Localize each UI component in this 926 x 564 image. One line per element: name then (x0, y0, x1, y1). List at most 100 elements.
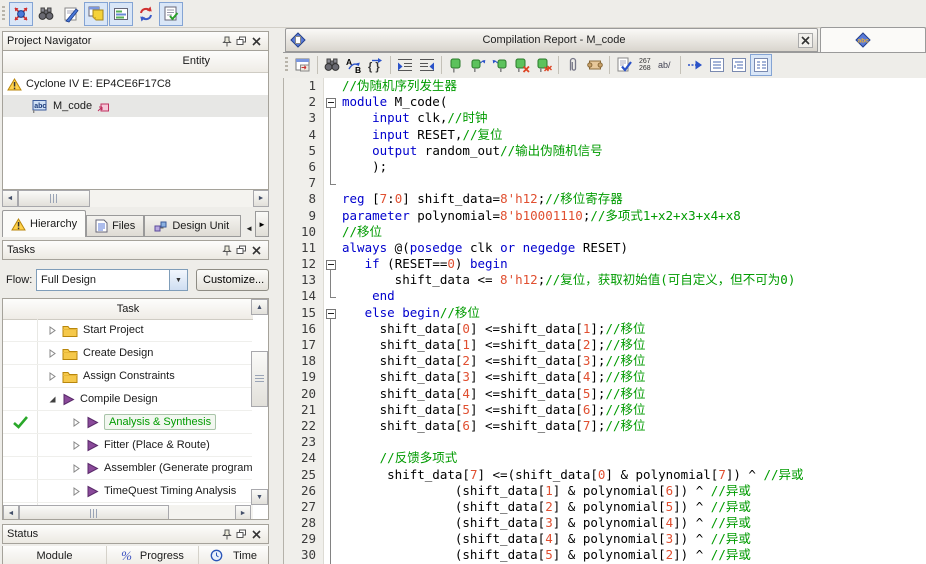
bookmark-next-button[interactable] (467, 54, 489, 76)
goto-location-button[interactable] (684, 54, 706, 76)
expand-arrow-icon[interactable] (48, 371, 57, 381)
task-row[interactable]: Assign Constraints (3, 365, 252, 388)
analyze-file-button[interactable] (613, 54, 635, 76)
refresh-button[interactable] (134, 2, 158, 26)
status-col-time[interactable]: Time (199, 546, 268, 564)
code-line[interactable]: 4 input RESET,//复位 (284, 126, 926, 143)
matching-delimiter-button[interactable]: { } (365, 54, 387, 76)
node-finder-button[interactable] (34, 2, 58, 26)
close-icon[interactable] (249, 243, 264, 257)
code-line[interactable]: 16 shift_data[0] <=shift_data[1];//移位 (284, 320, 926, 337)
pin-icon[interactable] (219, 527, 234, 541)
messages-toggle-button[interactable] (159, 1, 183, 26)
code-line[interactable]: 21 shift_data[5] <=shift_data[6];//移位 (284, 401, 926, 418)
expand-arrow-icon[interactable] (72, 486, 81, 496)
pin-icon[interactable] (219, 243, 234, 257)
pin-icon[interactable] (219, 34, 234, 48)
code-line[interactable]: 26 (shift_data[1] & polynomial[6]) ^ //异… (284, 482, 926, 499)
task-label[interactable]: TimeQuest Timing Analysis (104, 485, 236, 497)
code-line[interactable]: 17 shift_data[1] <=shift_data[2];//移位 (284, 337, 926, 354)
insert-file-button[interactable] (562, 54, 584, 76)
scrollbar-track[interactable] (90, 190, 253, 207)
task-label[interactable]: Assign Constraints (83, 370, 175, 382)
bookmark-previous-button[interactable] (489, 54, 511, 76)
scroll-down-icon[interactable]: ▼ (251, 489, 268, 505)
indent-increase-button[interactable] (394, 54, 416, 76)
code-line[interactable]: 15 else begin//移位 (284, 304, 926, 321)
find-button[interactable] (321, 54, 343, 76)
expand-arrow-icon[interactable] (72, 440, 81, 450)
task-label[interactable]: Create Design (83, 347, 153, 359)
edit-report-button[interactable] (59, 2, 83, 26)
task-row[interactable]: TimeQuest Timing Analysis (3, 480, 252, 503)
task-row[interactable]: Fitter (Place & Route) (3, 434, 252, 457)
fold-toggle-icon[interactable] (324, 94, 338, 111)
status-col-progress[interactable]: % Progress (107, 546, 199, 564)
tasks-toggle-button[interactable] (84, 1, 108, 26)
scrollbar-track[interactable] (169, 505, 235, 519)
chevron-down-icon[interactable]: ▼ (169, 270, 187, 290)
code-editor[interactable]: 1//伪随机序列发生器 2 module M_code(3 input clk,//… (283, 78, 926, 564)
task-row[interactable]: Analysis & Synthesis (3, 411, 252, 434)
editor-window-button[interactable] (292, 54, 314, 76)
scrollbar-thumb[interactable] (19, 505, 169, 519)
code-line[interactable]: 7 (284, 175, 926, 192)
code-line[interactable]: 25 shift_data[7] <=(shift_data[0] & poly… (284, 466, 926, 483)
customize-button[interactable]: Customize... (196, 269, 269, 291)
code-line[interactable]: 6 ); (284, 158, 926, 176)
task-label[interactable]: Fitter (Place & Route) (104, 439, 210, 451)
code-line[interactable]: 1 //伪随机序列发生器 (284, 78, 926, 95)
code-line[interactable]: 8 reg [7:0] shift_data=8'h12;//移位寄存器 (284, 191, 926, 208)
status-toggle-button[interactable] (109, 1, 133, 26)
outline-expand-button[interactable] (728, 54, 750, 76)
expand-arrow-icon[interactable] (72, 417, 81, 427)
fold-toggle-icon[interactable] (324, 256, 338, 273)
code-line[interactable]: 3 input clk,//时钟 (284, 110, 926, 127)
module-tree-row[interactable]: abc M_code (3, 95, 268, 117)
entity-column-header[interactable]: Entity (3, 51, 268, 73)
tab-files[interactable]: Files (86, 215, 145, 237)
collapse-arrow-icon[interactable] (48, 395, 57, 404)
code-line[interactable]: 22 shift_data[6] <=shift_data[7];//移位 (284, 417, 926, 435)
code-line[interactable]: 23 (284, 434, 926, 451)
tab-hierarchy[interactable]: Hierarchy (2, 210, 87, 237)
indent-decrease-button[interactable] (416, 54, 438, 76)
tab-scroll-right-icon[interactable]: ► (255, 211, 269, 237)
comment-toggle-button[interactable]: ab/ (655, 54, 677, 76)
code-line[interactable]: 11 always @(posedge clk or negedge RESET) (284, 239, 926, 257)
code-line[interactable]: 2 module M_code( (284, 94, 926, 111)
fold-toggle-icon[interactable] (324, 305, 338, 321)
task-label[interactable]: Assembler (Generate programm (104, 462, 252, 474)
insert-template-button[interactable] (584, 54, 606, 76)
code-line[interactable]: 9 parameter polynomial=8'b10001110;//多项式1… (284, 207, 926, 224)
restore-icon[interactable] (234, 527, 249, 541)
device-tree-row[interactable]: Cyclone IV E: EP4CE6F17C8 (3, 73, 268, 95)
expand-arrow-icon[interactable] (72, 463, 81, 473)
outline-all-button[interactable] (749, 54, 772, 76)
code-line[interactable]: 27 (shift_data[2] & polynomial[5]) ^ //异… (284, 498, 926, 516)
tasks-hscrollbar[interactable]: ◄ ► (3, 505, 253, 519)
scroll-up-icon[interactable]: ▲ (251, 299, 268, 315)
project-navigator-hscrollbar[interactable]: ◄ ► (2, 190, 269, 207)
code-line[interactable]: 30 (shift_data[5] & polynomial[2]) ^ //异… (284, 547, 926, 564)
scroll-left-icon[interactable]: ◄ (3, 505, 19, 519)
task-column-header[interactable]: Task (3, 299, 253, 320)
toolbar-drag-handle[interactable] (285, 57, 288, 73)
task-row[interactable]: Assembler (Generate programm (3, 457, 252, 480)
scrollbar-thumb[interactable] (251, 351, 268, 407)
restore-icon[interactable] (234, 34, 249, 48)
flow-select[interactable]: Full Design ▼ (36, 269, 188, 291)
project-navigator-toggle-button[interactable] (9, 1, 33, 26)
task-row[interactable]: Create Design (3, 342, 252, 365)
code-line[interactable]: 20 shift_data[4] <=shift_data[5];//移位 (284, 385, 926, 402)
status-col-module[interactable]: Module (3, 546, 107, 564)
code-line[interactable]: 10 //移位 (284, 223, 926, 240)
code-line[interactable]: 24 //反馈多项式 (284, 450, 926, 467)
code-line[interactable]: 18 shift_data[2] <=shift_data[3];//移位 (284, 353, 926, 370)
task-label[interactable]: Compile Design (80, 393, 158, 405)
tab-compilation-report[interactable]: Compilation Report - M_code (285, 28, 818, 52)
bookmark-delete-all-button[interactable] (533, 54, 555, 76)
expand-arrow-icon[interactable] (48, 348, 57, 358)
code-line[interactable]: 29 (shift_data[4] & polynomial[3]) ^ //异… (284, 531, 926, 548)
scroll-left-icon[interactable]: ◄ (2, 190, 18, 207)
